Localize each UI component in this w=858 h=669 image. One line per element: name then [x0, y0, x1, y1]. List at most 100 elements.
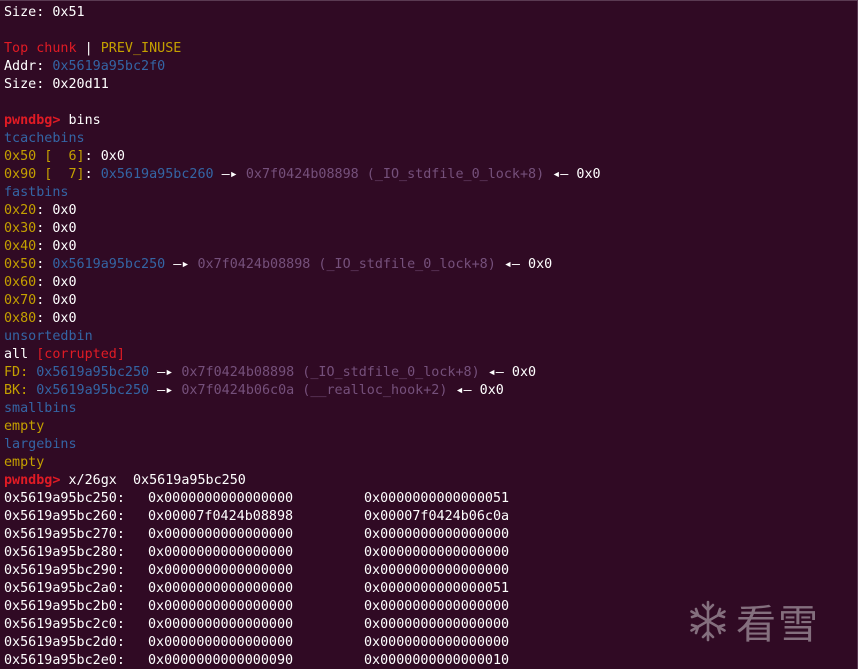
memory-address: 0x5619a95bc250: — [4, 491, 125, 506]
command-line-examine: pwndbg> x/26gx 0x5619a95bc250 — [4, 472, 246, 490]
memory-row: 0x5619a95bc2d0: 0x0000000000000000 0x00000… — [4, 634, 564, 652]
command-line-bins: pwndbg> bins — [4, 112, 101, 130]
memory-row: 0x5619a95bc260: 0x00007f0424b08898 0x00007… — [4, 508, 564, 526]
prompt: pwndbg> — [4, 473, 61, 488]
memory-address: 0x5619a95bc2b0: — [4, 599, 125, 614]
memory-word-2: 0x0000000000000051 — [364, 491, 510, 506]
top-chunk-addr-line: Addr: 0x5619a95bc2f0 — [4, 58, 165, 76]
memory-word-2: 0x0000000000000000 — [364, 545, 510, 560]
bin-value: : 0x0 — [36, 275, 77, 290]
memory-address: 0x5619a95bc2d0: — [4, 635, 125, 650]
memory-word-1: 0x0000000000000000 — [148, 563, 294, 578]
chunk-addr: 0x5619a95bc250 — [36, 383, 150, 398]
bin-key: 0x90 [ 7] — [4, 167, 85, 182]
bin-key: 0x30 — [4, 221, 37, 236]
memory-address: 0x5619a95bc280: — [4, 545, 125, 560]
memory-address: 0x5619a95bc290: — [4, 563, 125, 578]
kanxue-watermark: 看雪 — [686, 592, 820, 650]
unsorted-fd-row: FD: 0x5619a95bc250 —▸ 0x7f0424b08898 (_I… — [4, 364, 536, 382]
top-chunk-label: Top chunk — [4, 41, 77, 56]
size-label: Size: — [4, 5, 53, 20]
memory-row: 0x5619a95bc2c0: 0x0000000000000000 0x00000… — [4, 616, 564, 634]
smallbins-empty: empty — [4, 419, 45, 434]
bin-value: : 0x0 — [36, 239, 77, 254]
memory-address: 0x5619a95bc260: — [4, 509, 125, 524]
link-target: 0x7f0424b08898 (_IO_stdfile_0_lock+8) — [197, 257, 496, 272]
unsorted-all-row: all [corrupted] — [4, 346, 125, 364]
chunk-addr: 0x5619a95bc250 — [36, 365, 150, 380]
memory-row: 0x5619a95bc2b0: 0x0000000000000000 0x00000… — [4, 598, 564, 616]
top-chunk-size-line: Size: 0x20d11 — [4, 76, 109, 94]
bin-colon: : — [84, 167, 101, 182]
prev-inuse-flag: PREV_INUSE — [100, 41, 182, 56]
memory-word-1: 0x0000000000000000 — [148, 581, 294, 596]
left-arrow: ◂— — [495, 257, 529, 272]
tail-value: 0x0 — [576, 167, 601, 182]
fastbin-row-0x70: 0x70: 0x0 — [4, 292, 77, 310]
chunk-addr: 0x5619a95bc250 — [52, 257, 166, 272]
command-text: x/26gx 0x5619a95bc250 — [60, 473, 246, 488]
right-arrow: —▸ — [165, 257, 198, 272]
memory-word-2: 0x0000000000000000 — [364, 527, 510, 542]
memory-word-1: 0x0000000000000000 — [148, 545, 294, 560]
prompt: pwndbg> — [4, 113, 61, 128]
tail-value: 0x0 — [479, 383, 504, 398]
link-target: 0x7f0424b06c0a (__realloc_hook+2) — [181, 383, 448, 398]
left-arrow: ◂— — [447, 383, 480, 398]
bin-key: 0x50 [ 6] — [4, 149, 85, 164]
bin-value: : 0x0 — [84, 149, 125, 164]
tcache-row-0x50: 0x50 [ 6]: 0x0 — [4, 148, 125, 166]
memory-row: 0x5619a95bc2e0: 0x0000000000000090 0x00000… — [4, 652, 564, 669]
memory-address: 0x5619a95bc270: — [4, 527, 125, 542]
command-text: bins — [60, 113, 101, 128]
tcache-row-0x90: 0x90 [ 7]: 0x5619a95bc260 —▸ 0x7f0424b08… — [4, 166, 601, 184]
memory-word-2: 0x0000000000000000 — [364, 635, 510, 650]
corrupted-badge: [corrupted] — [36, 347, 125, 362]
bin-key: 0x40 — [4, 239, 37, 254]
right-arrow: —▸ — [213, 167, 246, 182]
smallbins-title: smallbins — [4, 401, 77, 416]
memory-word-1: 0x0000000000000000 — [148, 491, 294, 506]
memory-address: 0x5619a95bc2e0: — [4, 653, 125, 668]
size-value: 0x51 — [52, 5, 85, 20]
memory-word-2: 0x0000000000000051 — [364, 581, 510, 596]
fastbin-row-0x40: 0x40: 0x0 — [4, 238, 77, 256]
fastbin-row-0x20: 0x20: 0x0 — [4, 202, 77, 220]
fastbins-title: fastbins — [4, 185, 69, 200]
memory-word-2: 0x0000000000000000 — [364, 563, 510, 578]
fastbin-row-0x30: 0x30: 0x0 — [4, 220, 77, 238]
bin-key: 0x80 — [4, 311, 37, 326]
memory-address: 0x5619a95bc2a0: — [4, 581, 125, 596]
bin-value: : 0x0 — [36, 311, 77, 326]
terminal-window[interactable]: Size: 0x51 Top chunk | PREV_INUSE Addr: … — [0, 0, 858, 669]
bk-label: BK: — [4, 383, 37, 398]
memory-word-2: 0x00007f0424b06c0a — [364, 509, 510, 524]
tail-value: 0x0 — [528, 257, 553, 272]
memory-row: 0x5619a95bc2a0: 0x0000000000000000 0x00000… — [4, 580, 564, 598]
memory-row: 0x5619a95bc270: 0x0000000000000000 0x00000… — [4, 526, 564, 544]
bin-key: 0x60 — [4, 275, 37, 290]
fastbin-row-0x60: 0x60: 0x0 — [4, 274, 77, 292]
bin-key: 0x20 — [4, 203, 37, 218]
memory-word-1: 0x0000000000000090 — [148, 653, 294, 668]
memory-word-1: 0x00007f0424b08898 — [148, 509, 294, 524]
bin-value: : 0x0 — [36, 203, 77, 218]
top-chunk-size: 0x20d11 — [52, 77, 109, 92]
memory-word-1: 0x0000000000000000 — [148, 527, 294, 542]
bin-key: 0x70 — [4, 293, 37, 308]
largebins-title: largebins — [4, 437, 77, 452]
snowflake-icon — [690, 600, 726, 642]
watermark-text: 看雪 — [736, 602, 820, 648]
memory-address: 0x5619a95bc2c0: — [4, 617, 125, 632]
right-arrow: —▸ — [149, 365, 182, 380]
memory-row: 0x5619a95bc290: 0x0000000000000000 0x00000… — [4, 562, 564, 580]
left-arrow: ◂— — [544, 167, 577, 182]
top-chunk-header: Top chunk | PREV_INUSE — [4, 40, 181, 58]
tcachebins-title: tcachebins — [4, 131, 85, 146]
chunk-size-line: Size: 0x51 — [4, 4, 85, 22]
memory-word-2: 0x0000000000000000 — [364, 617, 510, 632]
bin-colon: : — [36, 257, 53, 272]
bin-value: : 0x0 — [36, 221, 77, 236]
memory-row: 0x5619a95bc280: 0x0000000000000000 0x00000… — [4, 544, 564, 562]
memory-word-1: 0x0000000000000000 — [148, 617, 294, 632]
